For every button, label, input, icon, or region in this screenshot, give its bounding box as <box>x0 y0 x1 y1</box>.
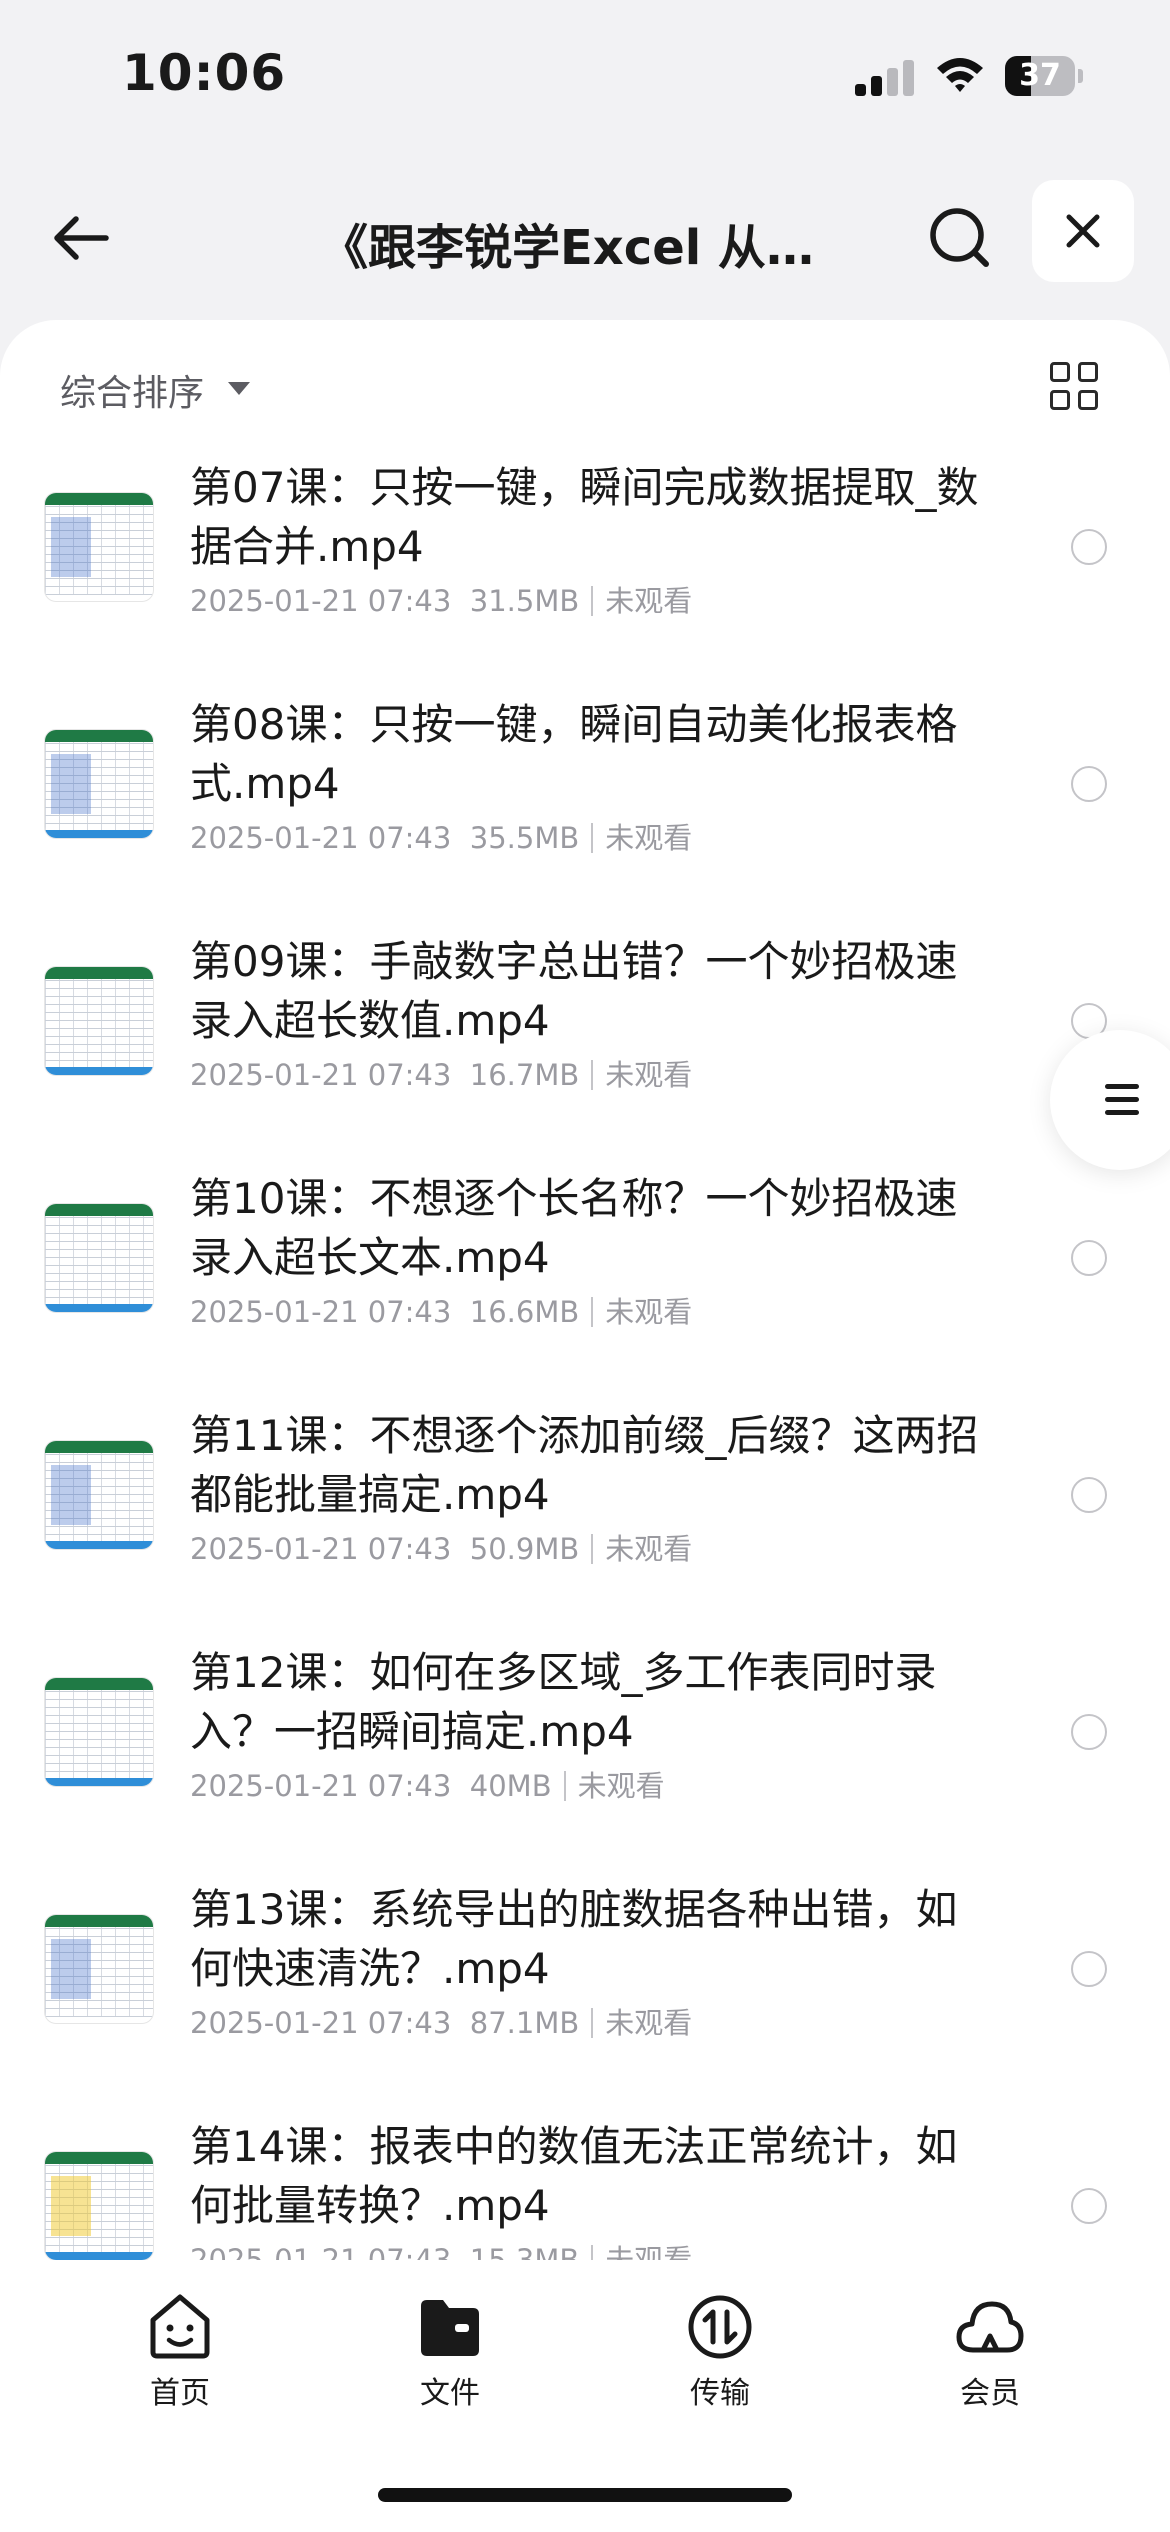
select-radio[interactable] <box>1071 529 1107 565</box>
video-thumbnail <box>44 1914 154 2024</box>
file-meta: 2025-01-21 07:43 16.7MB 未观看 <box>190 1052 692 1094</box>
file-title: 第08课：只按一键，瞬间自动美化报表格式.mp4 <box>190 700 958 808</box>
file-list-item[interactable]: 第14课：报表中的数值无法正常统计，如何批量转换？.mp4 2025-01-21… <box>0 2109 1170 2260</box>
tab-vip-label: 会员 <box>960 2376 1020 2411</box>
close-icon <box>1066 214 1100 248</box>
close-button[interactable] <box>1032 180 1134 282</box>
watch-status: 未观看 <box>605 1058 693 1092</box>
file-meta: 2025-01-21 07:43 87.1MB 未观看 <box>190 2000 692 2042</box>
file-meta: 2025-01-21 07:43 15.3MB 未观看 <box>190 2237 692 2260</box>
file-size: 87.1MB <box>469 2006 580 2040</box>
watch-status: 未观看 <box>605 1295 693 1329</box>
cloud-icon <box>956 2301 1024 2353</box>
select-radio[interactable] <box>1071 1951 1107 1987</box>
tab-transfer[interactable]: 传输 <box>650 2292 790 2422</box>
folder-icon <box>421 2300 479 2356</box>
video-thumbnail <box>44 1203 154 1313</box>
watch-status: 未观看 <box>605 2243 693 2260</box>
tab-home[interactable]: 首页 <box>110 2292 250 2422</box>
file-list-item[interactable]: 第11课：不想逐个添加前缀_后缀？这两招都能批量搞定.mp4 2025-01-2… <box>0 1398 1170 1635</box>
file-size: 40MB <box>469 1769 552 1803</box>
file-list-item[interactable]: 第07课：只按一键，瞬间完成数据提取_数据合并.mp4 2025-01-21 0… <box>0 450 1170 687</box>
file-title: 第14课：报表中的数值无法正常统计，如何批量转换？.mp4 <box>190 2122 958 2230</box>
tab-files-label: 文件 <box>420 2376 480 2411</box>
file-meta: 2025-01-21 07:43 35.5MB 未观看 <box>190 815 692 857</box>
arrow-left-icon <box>54 216 109 260</box>
video-thumbnail <box>44 492 154 602</box>
select-radio[interactable] <box>1071 766 1107 802</box>
grid-view-icon[interactable] <box>1050 362 1100 412</box>
file-list-card: 综合排序 第07课：只按一键，瞬间完成数据提取_数据合并.mp4 2025-01… <box>0 320 1170 2532</box>
tab-files[interactable]: 文件 <box>380 2292 520 2422</box>
file-title: 第07课：只按一键，瞬间完成数据提取_数据合并.mp4 <box>190 463 979 571</box>
file-date: 2025-01-21 07:43 <box>190 821 452 855</box>
watch-status: 未观看 <box>577 1769 665 1803</box>
video-thumbnail <box>44 729 154 839</box>
file-size: 35.5MB <box>469 821 580 855</box>
home-indicator <box>378 2488 792 2502</box>
watch-status: 未观看 <box>605 584 693 618</box>
file-size: 16.6MB <box>469 1295 580 1329</box>
file-list: 第07课：只按一键，瞬间完成数据提取_数据合并.mp4 2025-01-21 0… <box>0 450 1170 2260</box>
sort-dropdown[interactable]: 综合排序 <box>60 364 204 416</box>
select-radio[interactable] <box>1071 1240 1107 1276</box>
file-size: 31.5MB <box>469 584 580 618</box>
search-button[interactable] <box>920 198 1000 278</box>
page-title: 《跟李锐学Excel 从入... <box>320 220 860 276</box>
file-meta: 2025-01-21 07:43 50.9MB 未观看 <box>190 1526 692 1568</box>
file-title: 第09课：手敲数字总出错？一个妙招极速录入超长数值.mp4 <box>190 937 958 1045</box>
file-list-item[interactable]: 第08课：只按一键，瞬间自动美化报表格式.mp4 2025-01-21 07:4… <box>0 687 1170 924</box>
file-date: 2025-01-21 07:43 <box>190 1295 452 1329</box>
transfer-icon <box>688 2295 752 2359</box>
file-title: 第12课：如何在多区域_多工作表同时录入？一招瞬间搞定.mp4 <box>190 1648 937 1756</box>
watch-status: 未观看 <box>605 2006 693 2040</box>
status-time: 10:06 <box>122 44 287 102</box>
file-list-item[interactable]: 第10课：不想逐个长名称？一个妙招极速录入超长文本.mp4 2025-01-21… <box>0 1161 1170 1398</box>
select-radio[interactable] <box>1071 1477 1107 1513</box>
tab-vip[interactable]: 会员 <box>920 2292 1060 2422</box>
file-title: 第13课：系统导出的脏数据各种出错，如何快速清洗？.mp4 <box>190 1885 958 1993</box>
status-bar: 10:06 37 <box>0 0 1170 150</box>
file-title: 第11课：不想逐个添加前缀_后缀？这两招都能批量搞定.mp4 <box>190 1411 979 1519</box>
nav-header: 《跟李锐学Excel 从入... <box>0 150 1170 320</box>
caret-down-icon[interactable] <box>228 382 250 395</box>
file-date: 2025-01-21 07:43 <box>190 1769 452 1803</box>
video-thumbnail <box>44 2151 154 2260</box>
file-meta: 2025-01-21 07:43 16.6MB 未观看 <box>190 1289 692 1331</box>
file-size: 50.9MB <box>469 1532 580 1566</box>
smile-face-icon <box>150 2294 210 2359</box>
file-date: 2025-01-21 07:43 <box>190 2243 452 2260</box>
file-meta: 2025-01-21 07:43 40MB 未观看 <box>190 1763 665 1805</box>
sort-bar: 综合排序 <box>0 320 1170 450</box>
back-button[interactable] <box>40 198 120 278</box>
tab-transfer-label: 传输 <box>690 2376 750 2411</box>
select-radio[interactable] <box>1071 2188 1107 2224</box>
select-radio[interactable] <box>1071 1714 1107 1750</box>
video-thumbnail <box>44 1677 154 1787</box>
battery-icon: 37 <box>1005 56 1083 96</box>
cellular-signal-icon <box>855 60 915 96</box>
file-date: 2025-01-21 07:43 <box>190 1532 452 1566</box>
battery-level-text: 37 <box>1019 58 1061 93</box>
search-icon <box>930 208 989 267</box>
file-date: 2025-01-21 07:43 <box>190 1058 452 1092</box>
file-date: 2025-01-21 07:43 <box>190 584 452 618</box>
file-list-item[interactable]: 第13课：系统导出的脏数据各种出错，如何快速清洗？.mp4 2025-01-21… <box>0 1872 1170 2109</box>
file-date: 2025-01-21 07:43 <box>190 2006 452 2040</box>
file-meta: 2025-01-21 07:43 31.5MB 未观看 <box>190 578 692 620</box>
watch-status: 未观看 <box>605 821 693 855</box>
tab-home-label: 首页 <box>150 2376 210 2411</box>
file-size: 16.7MB <box>469 1058 580 1092</box>
file-list-item[interactable]: 第09课：手敲数字总出错？一个妙招极速录入超长数值.mp4 2025-01-21… <box>0 924 1170 1161</box>
video-thumbnail <box>44 1440 154 1550</box>
wifi-icon <box>937 58 983 92</box>
video-thumbnail <box>44 966 154 1076</box>
file-list-item[interactable]: 第12课：如何在多区域_多工作表同时录入？一招瞬间搞定.mp4 2025-01-… <box>0 1635 1170 1872</box>
file-size: 15.3MB <box>469 2243 580 2260</box>
file-title: 第10课：不想逐个长名称？一个妙招极速录入超长文本.mp4 <box>190 1174 958 1282</box>
watch-status: 未观看 <box>605 1532 693 1566</box>
